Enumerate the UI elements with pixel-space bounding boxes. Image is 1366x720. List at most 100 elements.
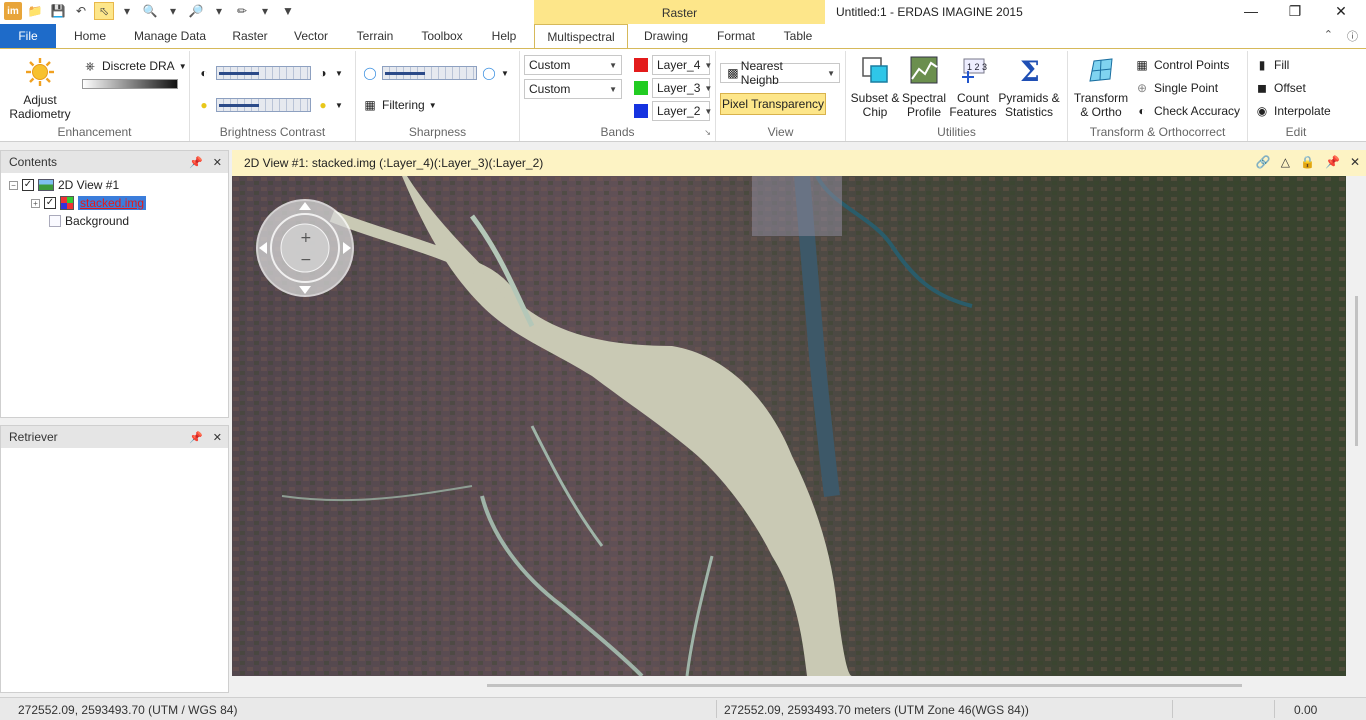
- dropdown-arrow-icon[interactable]: ▼: [335, 101, 343, 110]
- zoom-out-icon[interactable]: 🔎: [186, 2, 206, 20]
- minimize-icon[interactable]: —: [1236, 3, 1266, 19]
- satellite-image: + −: [232, 176, 1346, 676]
- link-icon[interactable]: 🔗: [1256, 155, 1271, 169]
- single-point-button[interactable]: ⊕ Single Point: [1134, 80, 1218, 96]
- select-pointer-icon[interactable]: ⬁: [94, 2, 114, 20]
- expand-icon[interactable]: +: [31, 198, 40, 208]
- green-band-select[interactable]: Layer_3 ▼: [652, 78, 712, 98]
- zoom-in-icon[interactable]: 🔍: [140, 2, 160, 20]
- sharpness-decrease-icon[interactable]: ◯: [362, 65, 378, 81]
- open-folder-icon[interactable]: 📁: [25, 2, 45, 20]
- adjust-radiometry-button[interactable]: Adjust Radiometry: [4, 57, 76, 121]
- brightness-increase-icon[interactable]: ●: [315, 97, 331, 113]
- tree-row-2d-view[interactable]: − ✓ 2D View #1: [9, 178, 119, 192]
- customize-qat-icon[interactable]: ▼: [278, 2, 298, 20]
- band-combination-top-value: Custom: [529, 58, 571, 72]
- subset-icon: [862, 57, 888, 83]
- fill-button[interactable]: ▮ Fill: [1254, 57, 1290, 73]
- app-menu-icon[interactable]: im: [4, 2, 22, 20]
- ribbon: Adjust Radiometry ⎈ Discrete DRA ▼ Enhan…: [0, 48, 1366, 142]
- status-pixel-value: 0.00: [1294, 703, 1318, 717]
- tab-multispectral[interactable]: Multispectral: [534, 24, 628, 49]
- contrast-decrease-icon[interactable]: ◐: [196, 65, 212, 81]
- count-features-button[interactable]: 1 2 3 Count Features: [948, 55, 998, 119]
- blue-band-select[interactable]: Layer_2 ▼: [652, 101, 712, 121]
- dropdown-arrow-icon[interactable]: ▼: [179, 62, 187, 71]
- tab-file[interactable]: File: [0, 24, 56, 48]
- collapse-ribbon-icon[interactable]: ⌃: [1324, 28, 1333, 44]
- lock-icon[interactable]: 🔒: [1300, 155, 1315, 169]
- dropdown-arrow-icon[interactable]: ▾: [117, 2, 137, 20]
- eraser-icon[interactable]: ✏: [232, 2, 252, 20]
- sharpness-slider[interactable]: [382, 66, 477, 80]
- offset-button[interactable]: ◼ Offset: [1254, 80, 1306, 96]
- spectral-profile-button[interactable]: Spectral Profile: [900, 55, 948, 119]
- close-icon[interactable]: ✕: [1350, 155, 1360, 169]
- layer-node-label[interactable]: stacked.img: [78, 196, 147, 210]
- dropdown-arrow-icon[interactable]: ▼: [501, 69, 509, 78]
- horizontal-scrollbar[interactable]: [232, 676, 1366, 694]
- background-icon: [49, 215, 61, 227]
- tab-home[interactable]: Home: [64, 24, 116, 48]
- tab-help[interactable]: Help: [482, 24, 526, 48]
- crosshair-icon: ⎈: [85, 58, 95, 73]
- pin-icon[interactable]: 📌: [189, 156, 203, 169]
- control-points-button[interactable]: ▦ Control Points: [1134, 57, 1229, 73]
- subset-chip-button[interactable]: Subset & Chip: [850, 55, 900, 119]
- close-icon[interactable]: ✕: [213, 431, 222, 444]
- dropdown-arrow-icon[interactable]: ▾: [255, 2, 275, 20]
- zoom-navigator[interactable]: + −: [256, 199, 354, 297]
- help-icon[interactable]: ⓘ: [1347, 28, 1358, 44]
- save-icon[interactable]: 💾: [48, 2, 68, 20]
- transform-ortho-button[interactable]: Transform & Ortho: [1070, 55, 1132, 119]
- dialog-launcher-icon[interactable]: ↘: [704, 128, 711, 137]
- pin-icon[interactable]: 📌: [189, 431, 203, 444]
- contrast-slider[interactable]: [216, 66, 311, 80]
- pyramids-statistics-button[interactable]: Σ Pyramids & Statistics: [996, 55, 1062, 119]
- tree-row-layer[interactable]: + ✓ stacked.img: [31, 196, 147, 210]
- dropdown-arrow-icon[interactable]: ▼: [335, 69, 343, 78]
- resample-method-select[interactable]: ▩ Nearest Neighb ▼: [720, 59, 840, 87]
- tab-terrain[interactable]: Terrain: [348, 24, 402, 48]
- band-combination-select-bottom[interactable]: Custom ▼: [524, 79, 622, 99]
- enhancement-group-label: Enhancement: [57, 125, 132, 139]
- discrete-dra-button[interactable]: ⎈ Discrete DRA ▼: [82, 58, 187, 74]
- vertical-scrollbar[interactable]: [1348, 176, 1366, 676]
- sharpness-increase-icon[interactable]: ◯: [481, 65, 497, 81]
- map-canvas[interactable]: + −: [232, 176, 1346, 676]
- interpolate-button[interactable]: ◉ Interpolate: [1254, 103, 1331, 119]
- check-accuracy-label: Check Accuracy: [1154, 104, 1241, 118]
- band-combination-select-top[interactable]: Custom ▼: [524, 55, 622, 75]
- close-icon[interactable]: ✕: [213, 156, 222, 169]
- view-visibility-checkbox[interactable]: ✓: [22, 179, 34, 191]
- tab-raster[interactable]: Raster: [226, 24, 274, 48]
- tab-vector[interactable]: Vector: [286, 24, 336, 48]
- brightness-decrease-icon[interactable]: ●: [196, 97, 212, 113]
- dropdown-arrow-icon[interactable]: ▾: [163, 2, 183, 20]
- check-accuracy-button[interactable]: ◐ Check Accuracy: [1134, 103, 1240, 119]
- pin-icon[interactable]: 📌: [1325, 155, 1340, 169]
- blue-band-value: Layer_2: [657, 104, 701, 118]
- raster-context-group: Raster: [534, 0, 825, 26]
- contents-panel-title: Contents: [9, 155, 58, 169]
- collapse-icon[interactable]: −: [9, 180, 18, 190]
- layer-visibility-checkbox[interactable]: ✓: [44, 197, 56, 209]
- undo-icon[interactable]: ↶: [71, 2, 91, 20]
- tab-format[interactable]: Format: [708, 24, 764, 48]
- tab-manage-data[interactable]: Manage Data: [128, 24, 212, 48]
- tab-drawing[interactable]: Drawing: [636, 24, 696, 48]
- pixel-transparency-button[interactable]: Pixel Transparency: [720, 93, 826, 115]
- brightness-slider[interactable]: [216, 98, 311, 112]
- filtering-button[interactable]: ▦ Filtering ▼: [362, 97, 436, 113]
- dropdown-arrow-icon[interactable]: ▾: [209, 2, 229, 20]
- tab-table[interactable]: Table: [774, 24, 822, 48]
- spectral-profile-label: Spectral Profile: [901, 91, 947, 119]
- red-band-select[interactable]: Layer_4 ▼: [652, 55, 712, 75]
- contrast-increase-icon[interactable]: ◑: [315, 65, 331, 81]
- warning-icon[interactable]: △: [1281, 155, 1290, 169]
- transform-ortho-label: Transform & Ortho: [1073, 91, 1129, 119]
- close-icon[interactable]: ✕: [1326, 3, 1356, 20]
- tree-row-background[interactable]: Background: [49, 214, 129, 228]
- maximize-icon[interactable]: ❐: [1280, 3, 1310, 20]
- tab-toolbox[interactable]: Toolbox: [414, 24, 470, 48]
